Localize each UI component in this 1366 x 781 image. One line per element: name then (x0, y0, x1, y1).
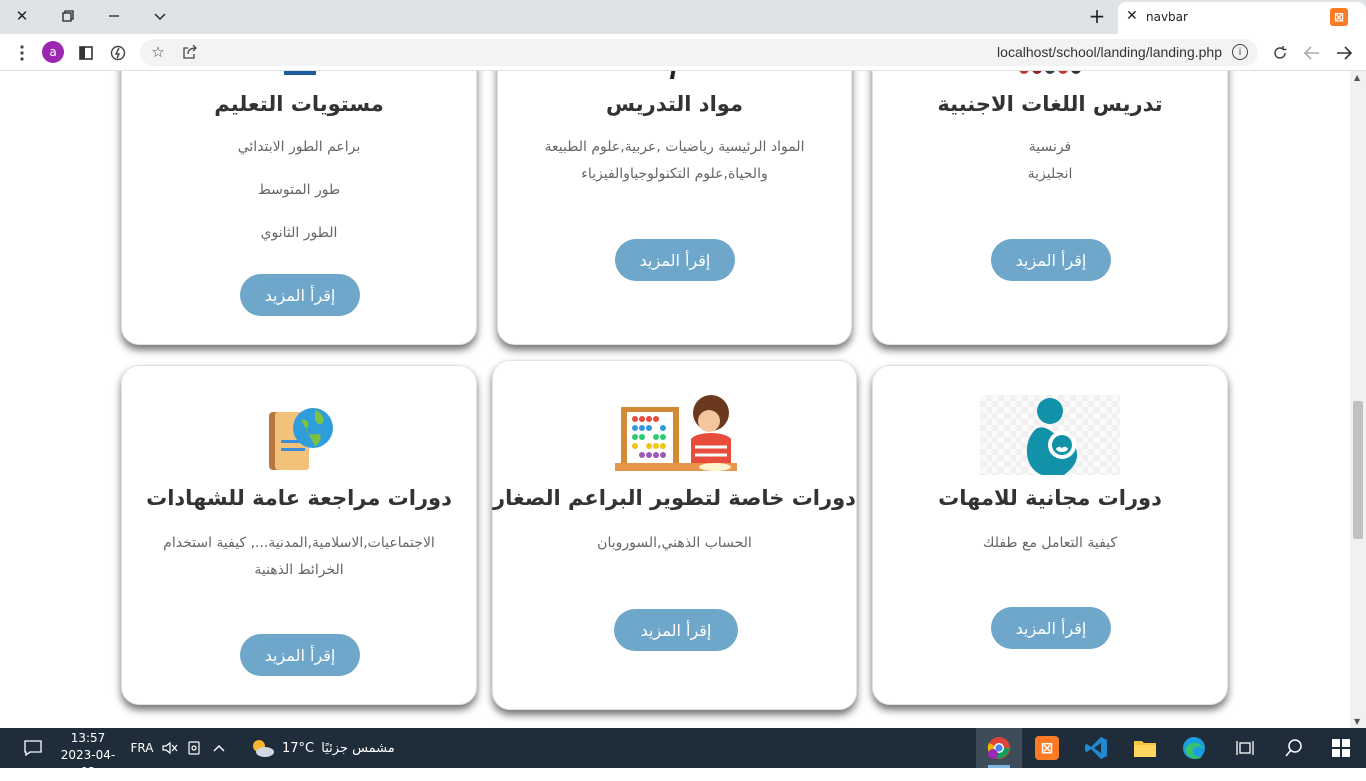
read-more-button[interactable]: إقرأ المزيد (240, 274, 360, 316)
forward-icon[interactable] (1332, 41, 1356, 65)
url-text[interactable]: localhost/school/landing/landing.php (997, 44, 1222, 60)
card-title: دورات مجانية للامهات (938, 486, 1162, 510)
new-tab-plus-icon[interactable]: + (1084, 4, 1110, 28)
address-bar: a ☆ localhost/school/landing/landing.php… (0, 34, 1366, 71)
page-scrollbar[interactable]: ▲ ▼ (1350, 71, 1366, 728)
page-viewport: مستويات التعليم براعم الطور الابتدائي طو… (0, 71, 1350, 728)
card-line: براعم الطور الابتدائي (237, 139, 361, 155)
chrome-taskbar-icon[interactable] (976, 728, 1022, 768)
clock-date: 2023-04-02 (60, 748, 116, 779)
tab-title: navbar (1146, 10, 1188, 24)
clock-time: 13:57 (70, 731, 106, 745)
chat-icon[interactable] (20, 728, 46, 768)
chevron-down-icon[interactable] (147, 4, 173, 28)
performance-icon[interactable] (106, 41, 130, 65)
menu-dots-icon[interactable] (10, 41, 34, 65)
card-line: الحساب الذهني,السوروبان (597, 535, 752, 551)
card-line: طور المتوسط (257, 182, 341, 198)
edge-taskbar-icon[interactable] (1171, 728, 1217, 768)
weather-text[interactable]: مشمس جزئيًا (318, 728, 398, 768)
read-more-button[interactable]: إقرأ المزيد (614, 609, 738, 651)
restore-icon[interactable] (55, 4, 81, 28)
card-young-development: دورات خاصة لتطوير البراعم الصغار الحساب … (492, 360, 857, 710)
star-icon[interactable]: ☆ (146, 40, 170, 64)
tab-bar: ✕ + ✕ navbar ⊠ (0, 0, 1366, 34)
profile-avatar[interactable]: a (42, 41, 64, 63)
chevron-up-icon[interactable] (208, 728, 230, 768)
languages-icon (1019, 71, 1081, 74)
clock[interactable]: 13:57 2023-04-02 (58, 730, 118, 781)
card-line: المواد الرئيسية رياضيات ,عربية,علوم الطب… (544, 139, 805, 182)
minimize-icon[interactable] (101, 4, 127, 28)
card-title: دورات خاصة لتطوير البراعم الصغار (493, 486, 856, 510)
temperature[interactable]: 17°C (282, 728, 314, 768)
mother-icon (980, 395, 1120, 475)
close-window-icon[interactable]: ✕ (9, 4, 35, 28)
taskbar: 13:57 2023-04-02 FRA 17°C مشمس جزئيًا ⊠ (0, 728, 1366, 779)
omnibox[interactable]: ☆ localhost/school/landing/landing.php i (140, 39, 1258, 66)
globe-book-icon (263, 404, 343, 474)
weather-icon[interactable] (248, 728, 276, 768)
education-levels-icon (284, 71, 316, 75)
vscode-taskbar-icon[interactable] (1073, 728, 1119, 768)
search-icon[interactable] (1271, 728, 1317, 768)
device-icon[interactable] (184, 728, 204, 768)
card-foreign-languages: تدريس اللغات الاجنبية فرنسية انجليزية إق… (872, 71, 1228, 345)
read-more-button[interactable]: إقرأ المزيد (240, 634, 360, 676)
card-line: كيفية التعامل مع طفلك (982, 535, 1118, 551)
card-line: الاجتماعيات,الاسلامية,المدنية..., كيفية … (163, 535, 435, 578)
card-line: انجليزية (1027, 166, 1073, 182)
tab-navbar[interactable]: ✕ navbar ⊠ (1118, 2, 1366, 34)
back-icon[interactable] (1300, 41, 1324, 65)
sidebar-icon[interactable] (74, 41, 98, 65)
read-more-button[interactable]: إقرأ المزيد (615, 239, 735, 281)
xampp-taskbar-icon[interactable]: ⊠ (1024, 728, 1070, 768)
windows-start-icon[interactable] (1318, 728, 1364, 768)
card-certificate-review: دورات مراجعة عامة للشهادات الاجتماعيات,ا… (121, 365, 477, 705)
read-more-button[interactable]: إقرأ المزيد (991, 607, 1111, 649)
mute-icon[interactable] (160, 728, 180, 768)
scroll-thumb[interactable] (1353, 401, 1363, 539)
card-education-levels: مستويات التعليم براعم الطور الابتدائي طو… (121, 71, 477, 345)
scroll-up-icon[interactable]: ▲ (1354, 73, 1360, 82)
card-line: فرنسية (1028, 139, 1072, 155)
scroll-down-icon[interactable]: ▼ (1354, 717, 1360, 726)
share-icon[interactable] (178, 40, 202, 64)
card-subjects: مواد التدريس المواد الرئيسية رياضيات ,عر… (497, 71, 852, 345)
abacus-icon (615, 391, 737, 473)
reload-icon[interactable] (1268, 41, 1292, 65)
tab-close-icon[interactable]: ✕ (1126, 8, 1138, 24)
read-more-button[interactable]: إقرأ المزيد (991, 239, 1111, 281)
card-mothers: دورات مجانية للامهات كيفية التعامل مع طف… (872, 365, 1228, 705)
subjects-icon (669, 71, 677, 79)
task-view-icon[interactable] (1222, 728, 1268, 768)
language-indicator[interactable]: FRA (128, 728, 156, 768)
card-title: تدريس اللغات الاجنبية (937, 92, 1163, 116)
card-title: دورات مراجعة عامة للشهادات (146, 486, 452, 510)
file-explorer-taskbar-icon[interactable] (1122, 728, 1168, 768)
info-icon[interactable]: i (1232, 44, 1248, 60)
card-title: مواد التدريس (606, 92, 743, 116)
xampp-icon: ⊠ (1330, 8, 1348, 26)
card-title: مستويات التعليم (214, 92, 384, 116)
card-line: الطور الثانوي (260, 225, 338, 241)
